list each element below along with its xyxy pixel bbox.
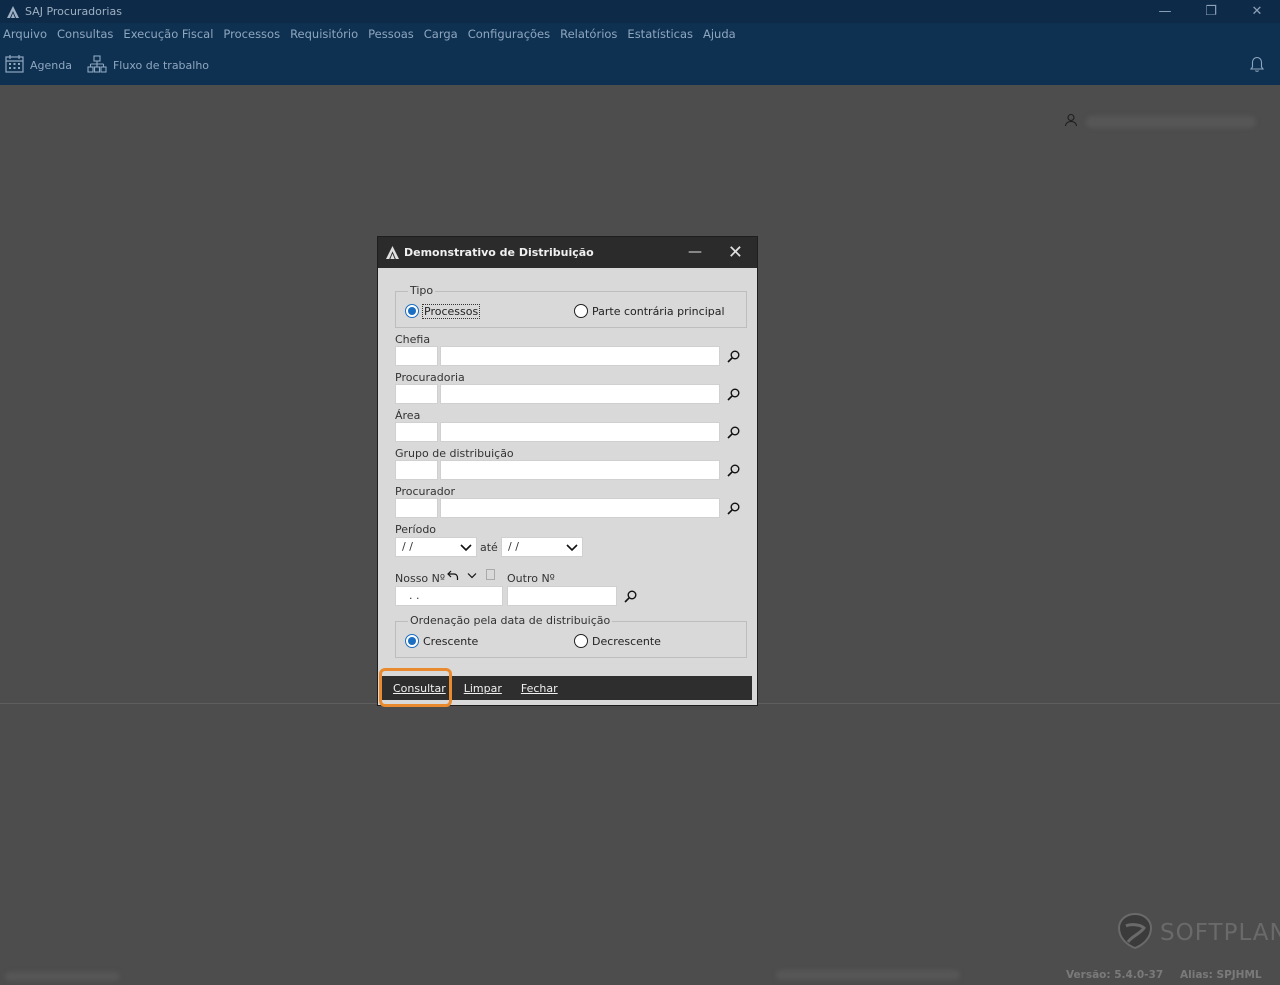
notifications-bell-icon[interactable] [1249, 56, 1265, 76]
fluxo-de-trabalho-label: Fluxo de trabalho [112, 58, 210, 72]
minimize-window-button[interactable]: — [1142, 0, 1188, 23]
close-window-button[interactable]: ✕ [1234, 0, 1280, 23]
ordenacao-group: Ordenação pela data de distribuição Cres… [395, 614, 747, 658]
nosso-numero-label: Nosso Nº [395, 572, 446, 585]
fechar-button[interactable]: Fechar [521, 682, 558, 695]
tipo-group: Tipo Processos Parte contrária principal [395, 284, 747, 328]
status-left-redacted [5, 972, 120, 981]
menu-configuracoes[interactable]: Configurações [463, 27, 555, 41]
grupo-name-input[interactable] [440, 460, 720, 480]
area-code-input[interactable] [395, 422, 438, 442]
menu-bar: Arquivo Consultas Execução Fiscal Proces… [0, 23, 1280, 45]
undo-icon[interactable] [447, 570, 459, 581]
periodo-to-input[interactable]: / / [501, 537, 583, 557]
demonstrativo-dialog: Demonstrativo de Distribuição — ✕ Tipo P… [377, 236, 758, 707]
radio-decrescente[interactable]: Decrescente [574, 634, 661, 648]
menu-estatisticas[interactable]: Estatísticas [622, 27, 698, 41]
radio-parte-contraria-circle [574, 304, 588, 318]
tipo-legend: Tipo [408, 284, 436, 297]
procuradoria-name-input[interactable] [440, 384, 720, 404]
grupo-search-icon[interactable] [725, 462, 741, 478]
dialog-title: Demonstrativo de Distribuição [404, 246, 594, 259]
title-bar: SAJ Procuradorias — ❐ ✕ [0, 0, 1280, 23]
radio-processos-label: Processos [421, 303, 481, 319]
procurador-code-input[interactable] [395, 498, 438, 518]
procurador-name-input[interactable] [440, 498, 720, 518]
periodo-ate-label: até [480, 541, 498, 554]
menu-execucao-fiscal[interactable]: Execução Fiscal [118, 27, 218, 41]
limpar-button[interactable]: Limpar [464, 682, 502, 695]
alias-label: Alias: SPJHML [1180, 969, 1262, 981]
calendar-icon [5, 54, 30, 76]
periodo-label: Período [395, 523, 437, 536]
user-name-redacted [1086, 115, 1256, 128]
chefia-code-input[interactable] [395, 346, 438, 366]
menu-carga[interactable]: Carga [419, 27, 463, 41]
app-logo-icon [386, 246, 399, 259]
periodo-from-input[interactable]: / / [395, 537, 477, 557]
softplan-brand-text: SOFTPLAN [1160, 919, 1280, 946]
radio-decrescente-label: Decrescente [592, 634, 661, 648]
window-controls: — ❐ ✕ [1142, 0, 1280, 23]
radio-crescente[interactable]: Crescente [405, 634, 478, 648]
numero-search-icon[interactable] [622, 588, 638, 604]
chefia-label: Chefia [395, 333, 431, 346]
procurador-search-icon[interactable] [725, 500, 741, 516]
user-area [1064, 113, 1256, 130]
ordenacao-legend: Ordenação pela data de distribuição [408, 614, 613, 627]
radio-decrescente-circle [574, 634, 588, 648]
area-label: Área [395, 409, 421, 422]
chevron-down-icon[interactable] [566, 541, 578, 559]
softplan-shield-icon [1116, 912, 1154, 953]
status-center-redacted [776, 970, 960, 980]
chevron-down-icon[interactable] [460, 541, 472, 559]
clipboard-icon [486, 569, 495, 580]
radio-crescente-label: Crescente [423, 634, 479, 648]
dialog-title-bar: Demonstrativo de Distribuição — ✕ [378, 237, 757, 268]
area-search-icon[interactable] [725, 424, 741, 440]
nosso-numero-value: . . [409, 589, 420, 602]
menu-relatorios[interactable]: Relatórios [555, 27, 622, 41]
restore-window-button[interactable]: ❐ [1188, 0, 1234, 23]
periodo-from-value: / / [402, 540, 413, 553]
version-label: Versão: 5.4.0-37 [1066, 969, 1164, 981]
outro-numero-label: Outro Nº [507, 572, 555, 585]
fluxo-de-trabalho-button[interactable]: Fluxo de trabalho [87, 54, 210, 76]
radio-crescente-circle [405, 634, 419, 648]
procuradoria-search-icon[interactable] [725, 386, 741, 402]
agenda-label: Agenda [30, 58, 72, 72]
agenda-button[interactable]: Agenda [5, 54, 72, 76]
menu-requisitorio[interactable]: Requisitório [285, 27, 363, 41]
menu-consultas[interactable]: Consultas [52, 27, 118, 41]
menu-pessoas[interactable]: Pessoas [363, 27, 419, 41]
dialog-close-button[interactable]: ✕ [728, 242, 743, 263]
workflow-icon [87, 54, 113, 76]
radio-parte-contraria-label: Parte contrária principal [592, 304, 725, 318]
app-logo-icon [5, 4, 21, 20]
grupo-label: Grupo de distribuição [395, 447, 514, 460]
procurador-label: Procurador [395, 485, 455, 498]
consultar-highlight [379, 668, 452, 707]
user-icon [1064, 113, 1078, 130]
menu-ajuda[interactable]: Ajuda [698, 27, 741, 41]
chefia-name-input[interactable] [440, 346, 720, 366]
app-title: SAJ Procuradorias [25, 5, 122, 18]
chevron-down-icon[interactable] [467, 572, 477, 580]
area-name-input[interactable] [440, 422, 720, 442]
softplan-logo: SOFTPLAN [1116, 912, 1280, 953]
periodo-to-value: / / [508, 540, 519, 553]
menu-processos[interactable]: Processos [218, 27, 285, 41]
procuradoria-code-input[interactable] [395, 384, 438, 404]
toolbar: Agenda Fluxo de trabalho [0, 45, 1280, 85]
chefia-search-icon[interactable] [725, 348, 741, 364]
radio-processos[interactable]: Processos [405, 303, 481, 319]
radio-parte-contraria[interactable]: Parte contrária principal [574, 304, 725, 318]
dialog-minimize-button[interactable]: — [688, 244, 702, 260]
outro-numero-input[interactable] [507, 586, 617, 606]
menu-arquivo[interactable]: Arquivo [0, 27, 52, 41]
procuradoria-label: Procuradoria [395, 371, 465, 384]
grupo-code-input[interactable] [395, 460, 438, 480]
radio-processos-circle [405, 304, 419, 318]
